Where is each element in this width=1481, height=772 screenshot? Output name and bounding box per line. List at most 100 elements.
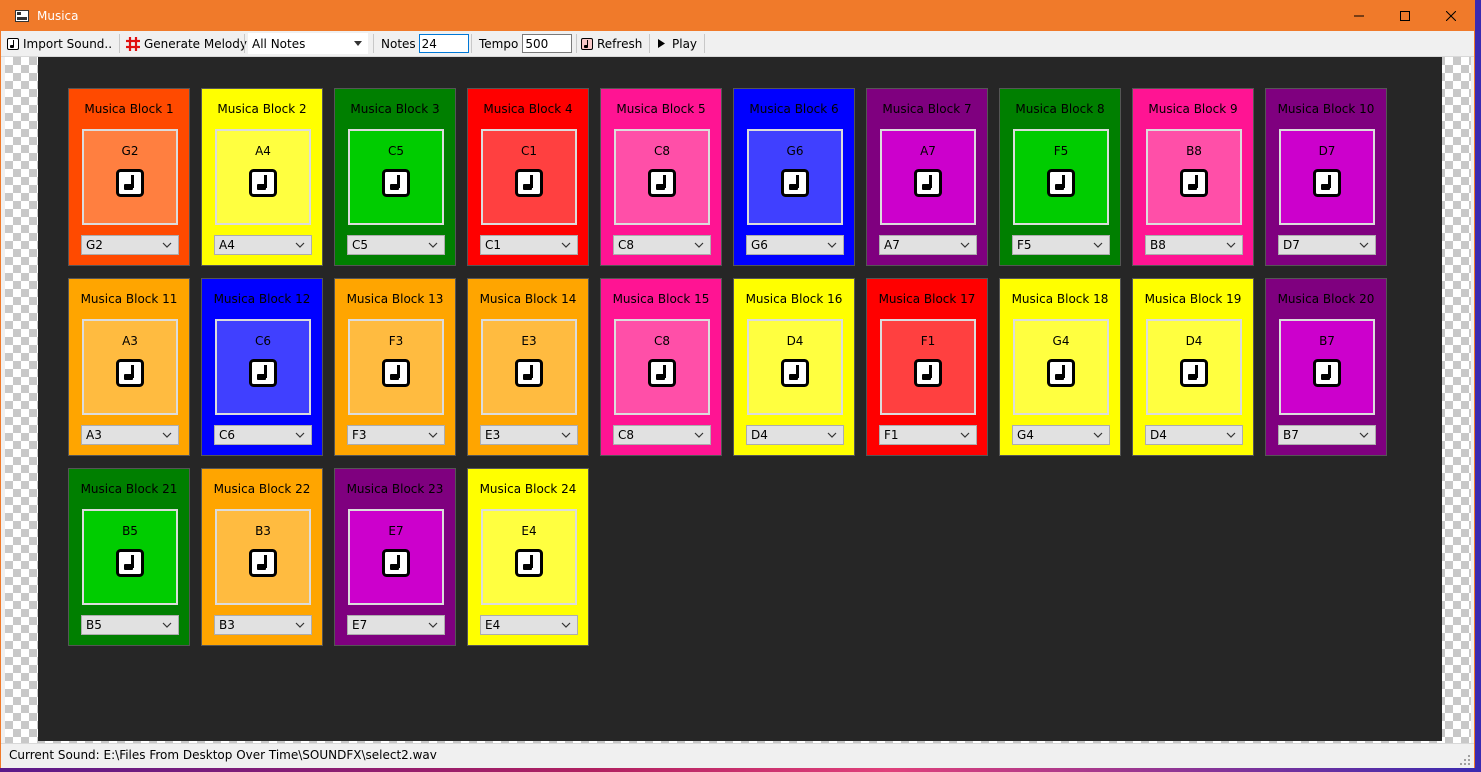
musica-block[interactable]: Musica Block 22 B3 B3 — [201, 468, 323, 646]
note-select[interactable]: F3 — [347, 425, 445, 445]
note-select[interactable]: C5 — [347, 235, 445, 255]
musica-block[interactable]: Musica Block 2 A4 A4 — [201, 88, 323, 266]
musica-block[interactable]: Musica Block 20 B7 B7 — [1265, 278, 1387, 456]
note-pad-label: A3 — [122, 334, 138, 348]
chevron-down-icon — [827, 242, 837, 248]
note-pad[interactable]: B5 — [82, 509, 178, 605]
musica-block[interactable]: Musica Block 24 E4 E4 — [467, 468, 589, 646]
musica-block[interactable]: Musica Block 6 G6 G6 — [733, 88, 855, 266]
note-select[interactable]: G2 — [81, 235, 179, 255]
maximize-button[interactable] — [1382, 1, 1428, 31]
note-pad[interactable]: A4 — [215, 129, 311, 225]
note-pad[interactable]: A3 — [82, 319, 178, 415]
note-select[interactable]: A7 — [879, 235, 977, 255]
musica-block[interactable]: Musica Block 17 F1 F1 — [866, 278, 988, 456]
resize-grip-icon[interactable] — [1459, 754, 1471, 766]
note-pad[interactable]: D7 — [1279, 129, 1375, 225]
notes-count-input[interactable] — [418, 34, 469, 53]
note-pad[interactable]: B8 — [1146, 129, 1242, 225]
note-pad[interactable]: C8 — [614, 319, 710, 415]
note-pad[interactable]: B3 — [215, 509, 311, 605]
note-pad[interactable]: E3 — [481, 319, 577, 415]
note-select[interactable]: G4 — [1012, 425, 1110, 445]
minimize-button[interactable] — [1336, 1, 1382, 31]
note-filter-dropdown[interactable]: All Notes — [248, 33, 368, 54]
note-select[interactable]: D4 — [746, 425, 844, 445]
note-select-value: D4 — [1150, 428, 1167, 442]
note-select[interactable]: D7 — [1278, 235, 1376, 255]
note-select[interactable]: C8 — [613, 235, 711, 255]
music-note-icon — [581, 37, 593, 50]
import-sound-button[interactable]: Import Sound.. — [7, 33, 112, 54]
note-select[interactable]: A4 — [214, 235, 312, 255]
note-pad[interactable]: F1 — [880, 319, 976, 415]
musica-block[interactable]: Musica Block 1 G2 G2 — [68, 88, 190, 266]
note-pad[interactable]: E7 — [348, 509, 444, 605]
musica-block[interactable]: Musica Block 13 F3 F3 — [334, 278, 456, 456]
note-pad[interactable]: C8 — [614, 129, 710, 225]
musica-block[interactable]: Musica Block 11 A3 A3 — [68, 278, 190, 456]
chevron-down-icon — [1093, 432, 1103, 438]
note-select[interactable]: G6 — [746, 235, 844, 255]
title-bar[interactable]: Musica — [1, 1, 1474, 31]
music-note-icon — [382, 169, 410, 197]
note-pad[interactable]: E4 — [481, 509, 577, 605]
note-select-value: D7 — [1283, 238, 1300, 252]
note-pad[interactable]: D4 — [1146, 319, 1242, 415]
musica-block[interactable]: Musica Block 4 C1 C1 — [467, 88, 589, 266]
musica-block[interactable]: Musica Block 12 C6 C6 — [201, 278, 323, 456]
note-pad[interactable]: B7 — [1279, 319, 1375, 415]
note-pad[interactable]: D4 — [747, 319, 843, 415]
note-pad[interactable]: G4 — [1013, 319, 1109, 415]
tempo-input[interactable] — [522, 34, 573, 53]
musica-block[interactable]: Musica Block 18 G4 G4 — [999, 278, 1121, 456]
note-select[interactable]: B5 — [81, 615, 179, 635]
musica-block[interactable]: Musica Block 21 B5 B5 — [68, 468, 190, 646]
note-pad[interactable]: G2 — [82, 129, 178, 225]
note-pad[interactable]: C1 — [481, 129, 577, 225]
musica-block[interactable]: Musica Block 9 B8 B8 — [1132, 88, 1254, 266]
note-select[interactable]: E3 — [480, 425, 578, 445]
note-pad[interactable]: C5 — [348, 129, 444, 225]
refresh-button[interactable]: Refresh — [581, 33, 642, 54]
note-pad[interactable]: G6 — [747, 129, 843, 225]
musica-block[interactable]: Musica Block 15 C8 C8 — [600, 278, 722, 456]
note-select[interactable]: E7 — [347, 615, 445, 635]
toolbar-separator — [373, 34, 374, 53]
note-select[interactable]: E4 — [480, 615, 578, 635]
musica-block[interactable]: Musica Block 14 E3 E3 — [467, 278, 589, 456]
note-select[interactable]: C8 — [613, 425, 711, 445]
musica-block[interactable]: Musica Block 10 D7 D7 — [1265, 88, 1387, 266]
import-sound-label: Import Sound.. — [23, 36, 113, 51]
note-select[interactable]: D4 — [1145, 425, 1243, 445]
generate-melody-button[interactable]: Generate Melody — [125, 33, 247, 54]
note-pad[interactable]: A7 — [880, 129, 976, 225]
note-select[interactable]: C6 — [214, 425, 312, 445]
note-select-value: G4 — [1017, 428, 1034, 442]
note-select[interactable]: F5 — [1012, 235, 1110, 255]
note-select[interactable]: F1 — [879, 425, 977, 445]
musica-block[interactable]: Musica Block 16 D4 D4 — [733, 278, 855, 456]
musica-block[interactable]: Musica Block 7 A7 A7 — [866, 88, 988, 266]
note-select[interactable]: A3 — [81, 425, 179, 445]
note-select[interactable]: B3 — [214, 615, 312, 635]
musica-block[interactable]: Musica Block 8 F5 F5 — [999, 88, 1121, 266]
close-button[interactable] — [1428, 1, 1474, 31]
note-pad-label: E3 — [521, 334, 537, 348]
play-button[interactable]: Play — [658, 33, 697, 54]
note-select[interactable]: B8 — [1145, 235, 1243, 255]
musica-block[interactable]: Musica Block 5 C8 C8 — [600, 88, 722, 266]
musica-block[interactable]: Musica Block 19 D4 D4 — [1132, 278, 1254, 456]
note-pad-label: E7 — [388, 524, 404, 538]
note-select[interactable]: C1 — [480, 235, 578, 255]
note-select-value: C1 — [485, 238, 502, 252]
note-pad[interactable]: F5 — [1013, 129, 1109, 225]
chevron-down-icon — [960, 242, 970, 248]
musica-block[interactable]: Musica Block 3 C5 C5 — [334, 88, 456, 266]
block-name: Musica Block 19 — [1144, 292, 1242, 306]
note-select[interactable]: B7 — [1278, 425, 1376, 445]
note-pad-label: B3 — [255, 524, 271, 538]
note-pad[interactable]: F3 — [348, 319, 444, 415]
musica-block[interactable]: Musica Block 23 E7 E7 — [334, 468, 456, 646]
note-pad[interactable]: C6 — [215, 319, 311, 415]
